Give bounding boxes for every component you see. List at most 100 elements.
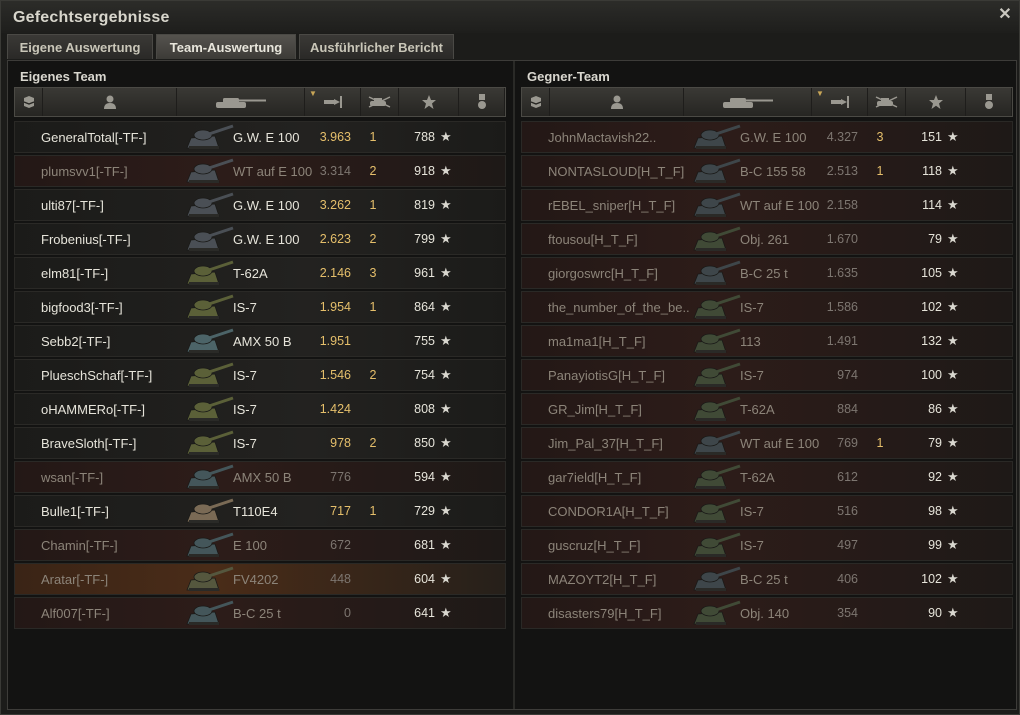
tank-icon (692, 158, 744, 186)
xp-star-icon: ★ (947, 299, 959, 314)
damage-value: 672 (330, 538, 351, 552)
player-row[interactable]: ma1ma1[H_T_F] 113 1.491 132 ★ (521, 325, 1013, 357)
tank-icon (185, 498, 237, 526)
header-col-medal[interactable] (459, 88, 505, 116)
vehicle-name: T-62A (740, 402, 775, 417)
vehicle-name: IS-7 (740, 504, 764, 519)
enemy-team-title: Gegner-Team (527, 69, 610, 84)
own-team-panel: Eigenes Team ▼ GeneralTotal[-TF-] G.W. E … (12, 65, 508, 705)
damage-value: 2.513 (826, 164, 858, 178)
player-row[interactable]: GR_Jim[H_T_F] T-62A 884 86 ★ (521, 393, 1013, 425)
player-row[interactable]: Aratar[-TF-] FV4202 448 604 ★ (14, 563, 506, 595)
player-row[interactable]: NONTASLOUD[H_T_F] B-C 155 58 2.513 1 118 ★ (521, 155, 1013, 187)
damage-value: 612 (837, 470, 858, 484)
player-row[interactable]: Alf007[-TF-] B-C 25 t 0 641 ★ (14, 597, 506, 629)
player-row[interactable]: Jim_Pal_37[H_T_F] WT auf E 100 769 1 79 ★ (521, 427, 1013, 459)
player-row[interactable]: oHAMMERo[-TF-] IS-7 1.424 808 ★ (14, 393, 506, 425)
battle-results-window: Gefechtsergebnisse ✕ Eigene Auswertung T… (0, 0, 1020, 715)
player-row[interactable]: guscruz[H_T_F] IS-7 497 99 ★ (521, 529, 1013, 561)
xp-star-icon: ★ (440, 401, 452, 416)
player-row[interactable]: bigfood3[-TF-] IS-7 1.954 1 864 ★ (14, 291, 506, 323)
xp-star-icon: ★ (440, 163, 452, 178)
tank-icon (185, 226, 237, 254)
player-name: guscruz[H_T_F] (548, 538, 641, 553)
xp-value: 100 (921, 368, 942, 382)
header-col-damage[interactable]: ▼ (812, 88, 868, 116)
tank-icon (185, 600, 237, 628)
player-row[interactable]: PlueschSchaf[-TF-] IS-7 1.546 2 754 ★ (14, 359, 506, 391)
header-col-kills[interactable] (361, 88, 399, 116)
enemy-team-panel: Gegner-Team ▼ JohnMactavish22.. G.W. E 10… (519, 65, 1015, 705)
close-icon[interactable]: ✕ (997, 7, 1013, 23)
player-row[interactable]: PanayiotisG[H_T_F] IS-7 974 100 ★ (521, 359, 1013, 391)
player-row[interactable]: elm81[-TF-] T-62A 2.146 3 961 ★ (14, 257, 506, 289)
damage-value: 769 (837, 436, 858, 450)
player-row[interactable]: GeneralTotal[-TF-] G.W. E 100 3.963 1 788 ★ (14, 121, 506, 153)
header-col-damage[interactable]: ▼ (305, 88, 361, 116)
header-col-squad[interactable] (15, 88, 43, 116)
header-col-tank[interactable] (684, 88, 812, 116)
player-row[interactable]: disasters79[H_T_F] Obj. 140 354 90 ★ (521, 597, 1013, 629)
player-name: plumsvv1[-TF-] (41, 164, 128, 179)
kills-value: 1 (369, 198, 377, 212)
xp-value: 604 (414, 572, 435, 586)
own-team-title: Eigenes Team (20, 69, 107, 84)
player-row[interactable]: rEBEL_sniper[H_T_F] WT auf E 100 2.158 114 ★ (521, 189, 1013, 221)
tab-team-auswertung[interactable]: Team-Auswertung (156, 34, 296, 59)
player-row[interactable]: ulti87[-TF-] G.W. E 100 3.262 1 819 ★ (14, 189, 506, 221)
vehicle-name: T110E4 (233, 504, 278, 519)
xp-value: 918 (414, 164, 435, 178)
header-col-xp-star[interactable] (399, 88, 459, 116)
damage-value: 1.635 (826, 266, 858, 280)
xp-value: 961 (414, 266, 435, 280)
player-row[interactable]: giorgoswrc[H_T_F] B-C 25 t 1.635 105 ★ (521, 257, 1013, 289)
damage-value: 1.954 (319, 300, 351, 314)
header-col-tank[interactable] (177, 88, 305, 116)
xp-value: 86 (928, 402, 942, 416)
player-row[interactable]: Frobenius[-TF-] G.W. E 100 2.623 2 799 ★ (14, 223, 506, 255)
vehicle-name: AMX 50 B (233, 470, 292, 485)
tank-icon (692, 192, 744, 220)
player-row[interactable]: Chamin[-TF-] E 100 672 681 ★ (14, 529, 506, 561)
vehicle-name: G.W. E 100 (740, 130, 807, 145)
player-row[interactable]: CONDOR1A[H_T_F] IS-7 516 98 ★ (521, 495, 1013, 527)
tank-icon (185, 532, 237, 560)
xp-value: 90 (928, 606, 942, 620)
player-name: ftousou[H_T_F] (548, 232, 638, 247)
player-row[interactable]: Sebb2[-TF-] AMX 50 B 1.951 755 ★ (14, 325, 506, 357)
kills-value: 1 (876, 436, 884, 450)
player-name: giorgoswrc[H_T_F] (548, 266, 658, 281)
xp-value: 98 (928, 504, 942, 518)
xp-star-icon: ★ (440, 537, 452, 552)
xp-star-icon: ★ (947, 197, 959, 212)
vehicle-name: AMX 50 B (233, 334, 292, 349)
header-col-player[interactable] (43, 88, 177, 116)
tank-icon (692, 362, 744, 390)
player-name: PanayiotisG[H_T_F] (548, 368, 666, 383)
vehicle-name: IS-7 (233, 402, 257, 417)
damage-value: 884 (837, 402, 858, 416)
tank-icon (692, 600, 744, 628)
player-row[interactable]: BraveSloth[-TF-] IS-7 978 2 850 ★ (14, 427, 506, 459)
tank-icon (692, 260, 744, 288)
player-row[interactable]: the_number_of_the_be.. IS-7 1.586 102 ★ (521, 291, 1013, 323)
player-row[interactable]: MAZOYT2[H_T_F] B-C 25 t 406 102 ★ (521, 563, 1013, 595)
header-col-player[interactable] (550, 88, 684, 116)
player-row[interactable]: wsan[-TF-] AMX 50 B 776 594 ★ (14, 461, 506, 493)
header-col-xp-star[interactable] (906, 88, 966, 116)
player-row[interactable]: gar7ield[H_T_F] T-62A 612 92 ★ (521, 461, 1013, 493)
player-row[interactable]: JohnMactavish22.. G.W. E 100 4.327 3 151 ★ (521, 121, 1013, 153)
player-row[interactable]: ftousou[H_T_F] Obj. 261 1.670 79 ★ (521, 223, 1013, 255)
header-col-kills[interactable] (868, 88, 906, 116)
tab-eigene-auswertung[interactable]: Eigene Auswertung (7, 34, 153, 59)
vehicle-name: IS-7 (740, 300, 764, 315)
header-col-squad[interactable] (522, 88, 550, 116)
tab-ausfuehrlicher-bericht[interactable]: Ausführlicher Bericht (299, 34, 454, 59)
own-team-header: ▼ (14, 87, 506, 117)
player-row[interactable]: plumsvv1[-TF-] WT auf E 100 3.314 2 918 ★ (14, 155, 506, 187)
player-row[interactable]: Bulle1[-TF-] T110E4 717 1 729 ★ (14, 495, 506, 527)
player-name: the_number_of_the_be.. (548, 300, 690, 315)
header-col-medal[interactable] (966, 88, 1012, 116)
xp-star-icon: ★ (947, 333, 959, 348)
damage-value: 1.546 (319, 368, 351, 382)
